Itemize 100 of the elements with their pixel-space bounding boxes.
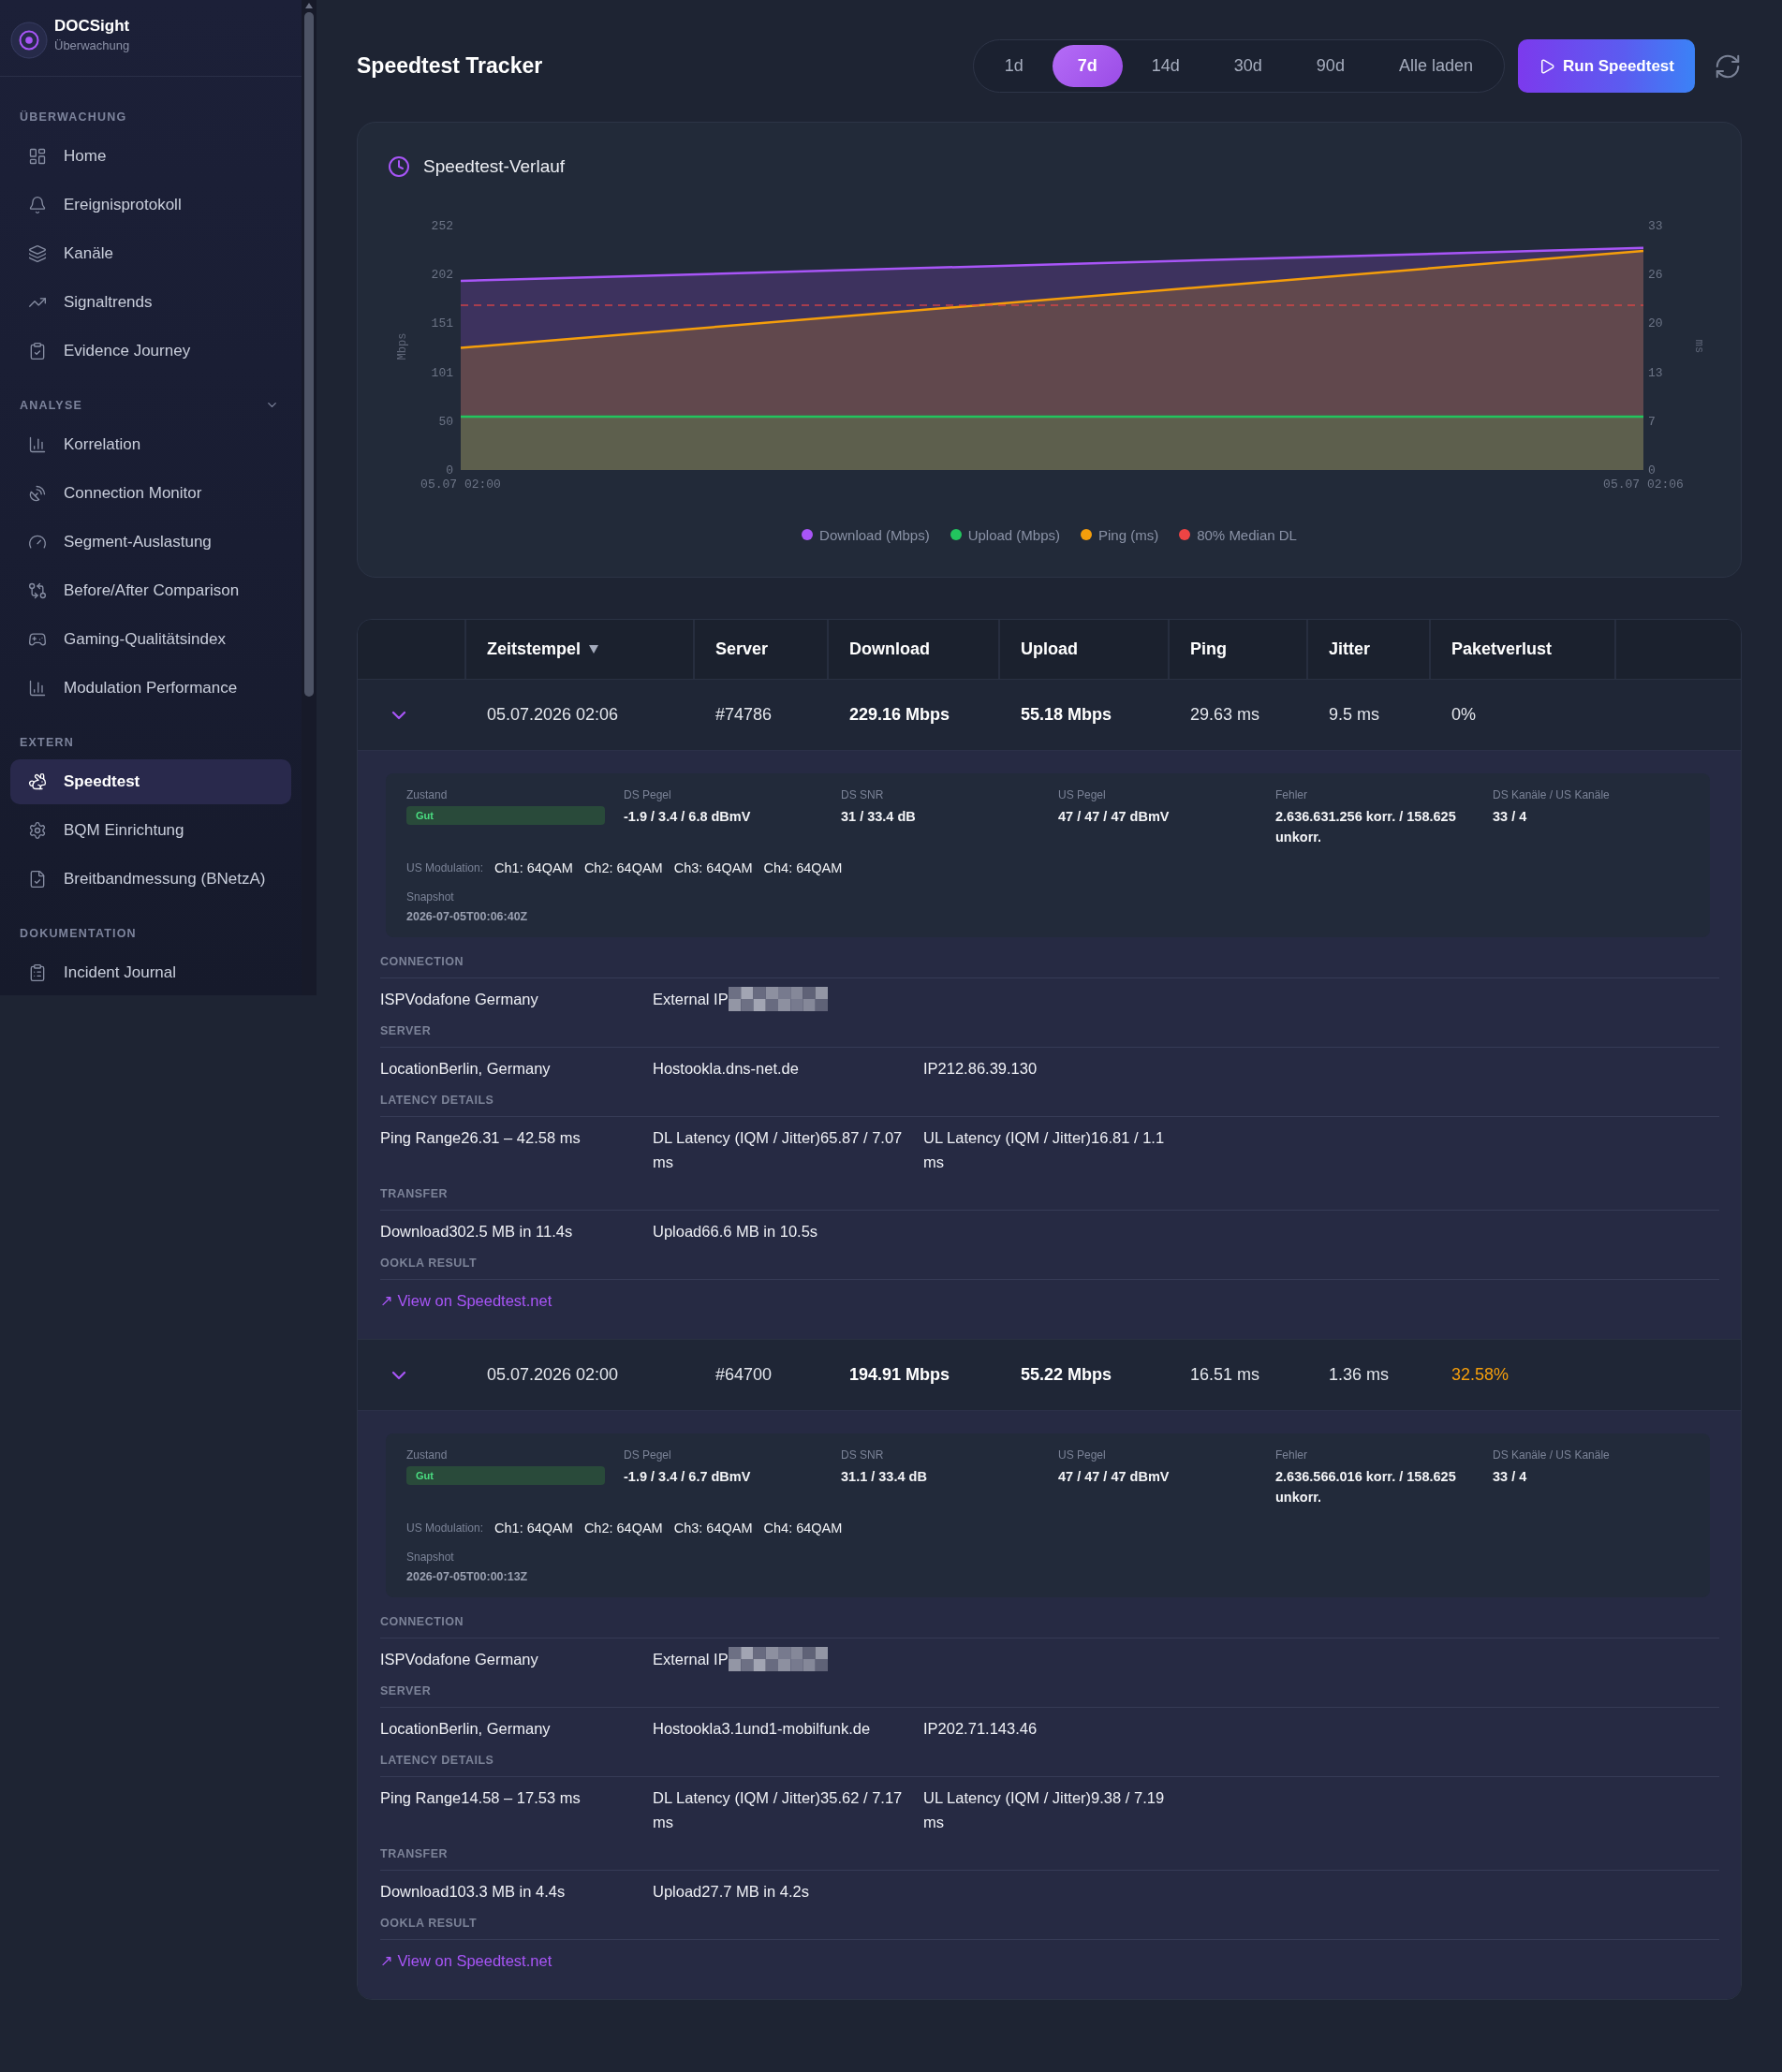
detail-field: DL Latency (IQM / Jitter)65.87 / 7.07 ms: [653, 1125, 910, 1174]
table-cell: 32.58%: [1451, 1365, 1510, 1385]
field-label: US Pegel: [1058, 787, 1106, 802]
detail-field: UL Latency (IQM / Jitter)9.38 / 7.19 ms: [923, 1785, 1183, 1834]
field-value: 2.636.631.256 korr. / 158.625 unkorr.: [1275, 808, 1457, 846]
status-badge: Gut: [406, 806, 605, 825]
sidebar-item[interactable]: Korrelation: [10, 422, 291, 467]
sidebar-item[interactable]: Modulation Performance: [10, 666, 291, 711]
detail-field: External IP: [653, 1647, 729, 1671]
column-header[interactable]: Paketverlust: [1451, 639, 1553, 659]
sidebar-section-heading: EXTERN: [20, 735, 74, 749]
table-cell: 229.16 Mbps: [849, 705, 950, 725]
field-label: DS Pegel: [624, 1447, 671, 1462]
rabbit-icon: [28, 772, 47, 791]
sidebar-item[interactable]: Breitbandmessung (BNetzA): [10, 857, 291, 902]
scrollbar-thumb[interactable]: [304, 12, 314, 697]
app-subtitle: Überwachung: [54, 37, 130, 52]
page-title: Speedtest Tracker: [357, 53, 543, 79]
bar-chart-icon: [28, 435, 47, 454]
detail-field: Hostookla3.1und1-mobilfunk.de: [653, 1716, 871, 1741]
axis-tick-label: 101: [431, 365, 453, 380]
sidebar-item[interactable]: Signaltrends: [10, 280, 291, 325]
snapshot-timestamp: 2026-07-05T00:00:13Z: [406, 1569, 528, 1584]
clipboard-list-icon: [28, 963, 47, 982]
field-value: 33 / 4: [1493, 1468, 1527, 1486]
section-heading: TRANSFER: [380, 1186, 449, 1202]
clock-icon: [388, 155, 410, 178]
range-button[interactable]: 90d: [1290, 45, 1370, 87]
detail-field: UL Latency (IQM / Jitter)16.81 / 1.1 ms: [923, 1125, 1183, 1174]
detail-field: IP212.86.39.130: [923, 1056, 1038, 1080]
range-button[interactable]: Alle laden: [1373, 45, 1498, 87]
field-value: 2.636.566.016 korr. / 158.625 unkorr.: [1275, 1468, 1457, 1506]
detail-field: Hostookla.dns-net.de: [653, 1056, 799, 1080]
compare-arrows-icon: [28, 581, 47, 600]
range-button[interactable]: 1d: [979, 45, 1049, 87]
sidebar-item[interactable]: Before/After Comparison: [10, 568, 291, 613]
section-heading: SERVER: [380, 1023, 433, 1039]
section-heading: TRANSFER: [380, 1846, 449, 1862]
field-value: 31 / 33.4 dB: [841, 808, 916, 826]
clipboard-check-icon: [28, 342, 47, 360]
field-label: DS SNR: [841, 787, 884, 802]
axis-title: Mbps: [396, 332, 409, 360]
table-cell: #64700: [715, 1365, 773, 1385]
range-button[interactable]: 14d: [1126, 45, 1205, 87]
layers-icon: [28, 244, 47, 263]
sidebar-item[interactable]: Speedtest: [10, 759, 291, 804]
range-button[interactable]: 30d: [1208, 45, 1288, 87]
speedtest-link[interactable]: ↗ View on Speedtest.net: [380, 1952, 552, 1969]
column-header[interactable]: Jitter: [1329, 639, 1370, 659]
field-label: Fehler: [1275, 1447, 1307, 1462]
scroll-up-arrow-icon[interactable]: [305, 3, 313, 8]
field-label: Fehler: [1275, 787, 1307, 802]
sidebar-item[interactable]: Evidence Journey: [10, 329, 291, 374]
card-title: Speedtest-Verlauf: [423, 156, 566, 177]
sidebar-item[interactable]: Segment-Auslastung: [10, 520, 291, 565]
section-heading: CONNECTION: [380, 1614, 465, 1630]
column-header[interactable]: Zeitstempel: [487, 639, 599, 659]
table-cell: 9.5 ms: [1329, 705, 1380, 725]
field-value: -1.9 / 3.4 / 6.7 dBmV: [624, 1468, 751, 1486]
field-label: Zustand: [406, 1447, 448, 1462]
field-label: DS Pegel: [624, 787, 671, 802]
detail-field: Ping Range14.58 – 17.53 ms: [380, 1785, 581, 1810]
detail-field: LocationBerlin, Germany: [380, 1716, 551, 1741]
run-speedtest-button[interactable]: Run Speedtest: [1517, 39, 1695, 93]
modulation-value: Ch3: 64QAM: [673, 1521, 753, 1536]
axis-tick-label: 26: [1648, 268, 1663, 283]
axis-tick-label: 33: [1648, 219, 1663, 233]
legend-label: Download (Mbps): [819, 526, 930, 543]
range-button[interactable]: 7d: [1052, 45, 1123, 87]
bell-icon: [28, 196, 47, 214]
table-cell: 16.51 ms: [1190, 1365, 1260, 1385]
field-label: Zustand: [406, 787, 448, 802]
axis-tick-label: 05.07 02:00: [420, 478, 501, 492]
bar-chart-icon: [28, 679, 47, 698]
sidebar-item[interactable]: Connection Monitor: [10, 471, 291, 516]
column-header[interactable]: Ping: [1190, 639, 1227, 659]
sidebar-item[interactable]: Home: [10, 134, 291, 179]
legend-label: Upload (Mbps): [967, 526, 1060, 543]
section-heading: CONNECTION: [380, 954, 465, 970]
speedtest-link[interactable]: ↗ View on Speedtest.net: [380, 1292, 552, 1309]
modulation-value: Ch2: 64QAM: [583, 1521, 663, 1536]
field-value: -1.9 / 3.4 / 6.8 dBmV: [624, 808, 751, 826]
detail-field: LocationBerlin, Germany: [380, 1056, 551, 1080]
axis-tick-label: 151: [431, 316, 453, 331]
column-header[interactable]: Download: [849, 639, 930, 659]
sidebar-item[interactable]: Kanäle: [10, 231, 291, 276]
table-cell: 194.91 Mbps: [849, 1365, 950, 1385]
sort-down-icon: [589, 645, 599, 654]
sidebar-item[interactable]: Incident Journal: [10, 950, 291, 995]
column-header[interactable]: Server: [715, 639, 769, 659]
section-heading: OOKLA RESULT: [380, 1256, 479, 1271]
table-cell: 55.18 Mbps: [1021, 705, 1112, 725]
section-heading: LATENCY DETAILS: [380, 1093, 495, 1109]
sidebar-item[interactable]: Gaming-Qualitätsindex: [10, 617, 291, 662]
detail-field: ISPVodafone Germany: [380, 1647, 538, 1671]
sidebar-item[interactable]: BQM Einrichtung: [10, 808, 291, 853]
section-heading: OOKLA RESULT: [380, 1916, 479, 1932]
sidebar-item[interactable]: Ereignisprotokoll: [10, 183, 291, 228]
file-check-icon: [28, 870, 47, 889]
column-header[interactable]: Upload: [1021, 639, 1078, 659]
